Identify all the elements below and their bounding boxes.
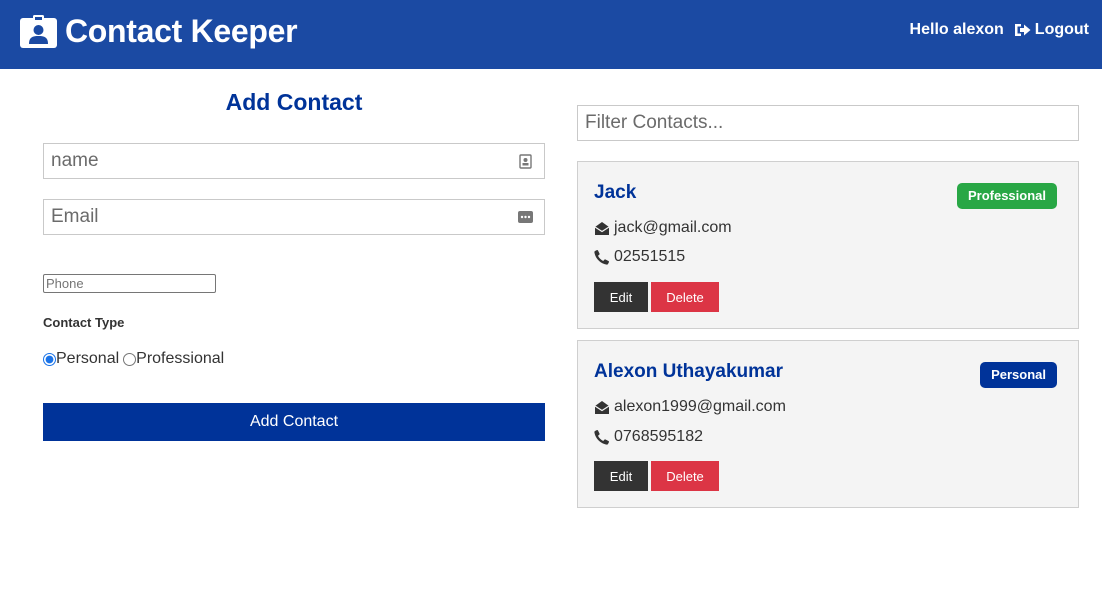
form-title: Add Contact [225,89,363,115]
name-input[interactable] [44,144,544,178]
contact-email-text: jack@gmail.com [614,219,732,236]
radio-professional-option[interactable]: Professional [123,350,224,368]
contact-card-icon [519,154,532,169]
contact-type-badge: Personal [980,362,1057,388]
name-field [43,143,545,179]
user-greeting: Hello alexon [909,21,1004,38]
logout-label: Logout [1034,21,1089,38]
logout-link[interactable]: Logout [1014,21,1089,39]
contact-name: Jack [594,182,637,203]
envelope-open-icon [594,221,610,235]
contact-email: jack@gmail.com [594,219,732,237]
nav-user-area: Hello alexon Logout [910,21,1089,39]
filter-field [577,105,1079,141]
filter-input[interactable] [578,106,1078,140]
contact-name: Alexon Uthayakumar [594,361,784,382]
email-input[interactable] [44,200,544,234]
contact-card: Jack Professional jack@gmail.com 0255151… [577,161,1079,329]
navbar: Contact Keeper Hello alexon Logout [0,0,1102,69]
radio-personal-label: Personal [56,350,120,367]
brand-title: Contact Keeper [65,12,298,49]
phone-icon [594,429,609,445]
phone-icon [594,249,609,265]
sign-out-icon [1014,24,1031,36]
contact-email-text: alexon1999@gmail.com [614,398,786,415]
contact-phone-text: 02551515 [614,248,686,265]
phone-input[interactable] [43,274,216,293]
email-field [43,199,545,235]
contact-phone-text: 0768595182 [614,428,703,445]
contact-type-badge: Professional [956,183,1057,209]
contact-phone: 0768595182 [594,428,703,446]
id-badge-icon [20,14,57,48]
delete-button[interactable]: Delete [651,461,719,491]
contact-email: alexon1999@gmail.com [594,398,786,416]
delete-button[interactable]: Delete [651,282,719,312]
contact-type-label: Contact Type [43,315,125,330]
contact-card: Alexon Uthayakumar Personal alexon1999@g… [577,340,1079,508]
radio-professional-label: Professional [136,350,225,367]
contact-type-radios: Personal Professional [43,350,224,368]
radio-professional[interactable] [123,352,137,366]
contact-phone: 02551515 [594,248,685,266]
edit-button[interactable]: Edit [594,461,648,491]
radio-personal[interactable] [43,352,56,366]
edit-button[interactable]: Edit [594,282,648,312]
envelope-open-icon [594,400,610,414]
radio-personal-option[interactable]: Personal [43,350,119,368]
brand[interactable]: Contact Keeper [20,12,298,49]
password-dots-icon [518,211,533,223]
add-contact-button[interactable]: Add Contact [43,403,545,441]
